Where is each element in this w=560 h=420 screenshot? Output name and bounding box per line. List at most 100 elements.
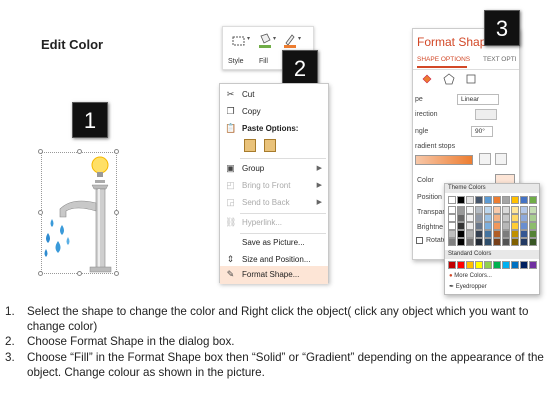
color-swatch[interactable] [466,238,474,246]
tab-text-options[interactable]: TEXT OPTI [483,56,516,63]
color-swatch[interactable] [529,206,537,214]
size-properties-icon[interactable] [465,73,477,85]
color-swatch[interactable] [475,214,483,222]
selection-handle[interactable] [77,271,82,276]
color-swatch[interactable] [475,222,483,230]
color-swatch[interactable] [484,222,492,230]
color-swatch[interactable] [511,222,519,230]
gradient-stops-bar[interactable] [415,155,473,165]
rotate-checkbox[interactable] [416,237,423,244]
color-swatch[interactable] [475,230,483,238]
selection-handle[interactable] [114,210,119,215]
color-swatch[interactable] [475,261,483,269]
color-swatch[interactable] [502,196,510,204]
color-swatch[interactable] [484,214,492,222]
color-swatch[interactable] [448,238,456,246]
color-swatch[interactable] [457,214,465,222]
color-swatch[interactable] [529,238,537,246]
color-swatch[interactable] [475,196,483,204]
menu-item-cut[interactable]: ✂ Cut [220,86,328,104]
color-swatch[interactable] [484,261,492,269]
menu-item-format-shape[interactable]: ✎ Format Shape... [220,266,328,284]
color-swatch[interactable] [511,261,519,269]
fill-line-icon[interactable] [421,73,433,85]
color-swatch[interactable] [448,196,456,204]
menu-item-hyperlink[interactable]: ⛓ Hyperlink... [220,214,328,232]
color-swatch[interactable] [493,206,501,214]
selected-shape[interactable] [41,152,117,274]
menu-item-group[interactable]: ▣ Group ▶ [220,160,328,178]
selection-handle[interactable] [38,271,43,276]
color-swatch[interactable] [520,261,528,269]
selection-handle[interactable] [38,210,43,215]
selection-handle[interactable] [114,271,119,276]
color-swatch[interactable] [475,206,483,214]
color-swatch[interactable] [493,222,501,230]
menu-item-send-to-back[interactable]: ◲ Send to Back ▶ [220,194,328,212]
color-swatch[interactable] [529,230,537,238]
color-swatch[interactable] [484,206,492,214]
color-swatch[interactable] [466,222,474,230]
menu-item-bring-to-front[interactable]: ◰ Bring to Front ▶ [220,177,328,195]
color-swatch[interactable] [520,222,528,230]
color-swatch[interactable] [511,196,519,204]
color-swatch[interactable] [502,230,510,238]
shape-style-icon[interactable] [230,33,248,49]
color-swatch[interactable] [493,196,501,204]
color-swatch[interactable] [484,238,492,246]
color-swatch[interactable] [511,214,519,222]
color-swatch[interactable] [502,206,510,214]
color-swatch[interactable] [466,230,474,238]
direction-dropdown[interactable] [475,109,497,120]
color-swatch[interactable] [511,206,519,214]
add-stop-icon[interactable] [479,153,491,165]
effects-icon[interactable] [443,73,455,85]
color-swatch[interactable] [457,230,465,238]
selection-handle[interactable] [77,149,82,154]
color-swatch[interactable] [529,196,537,204]
angle-input[interactable]: 90° [471,126,493,137]
gradient-type-dropdown[interactable]: Linear [457,94,499,105]
color-swatch[interactable] [502,214,510,222]
color-swatch[interactable] [457,196,465,204]
color-swatch[interactable] [493,238,501,246]
color-swatch[interactable] [502,261,510,269]
color-swatch[interactable] [448,230,456,238]
color-swatch[interactable] [457,222,465,230]
color-swatch[interactable] [448,261,456,269]
color-swatch[interactable] [529,261,537,269]
color-swatch[interactable] [520,206,528,214]
color-swatch[interactable] [493,230,501,238]
color-swatch[interactable] [520,238,528,246]
menu-item-copy[interactable]: ❐ Copy [220,103,328,121]
color-swatch[interactable] [457,238,465,246]
color-swatch[interactable] [493,214,501,222]
color-swatch[interactable] [502,238,510,246]
color-swatch[interactable] [484,196,492,204]
color-swatch[interactable] [511,230,519,238]
color-swatch[interactable] [511,238,519,246]
paste-keep-formatting-icon[interactable] [244,139,256,152]
selection-handle[interactable] [114,149,119,154]
color-swatch[interactable] [466,214,474,222]
pen-outline-icon[interactable] [282,32,298,50]
color-swatch[interactable] [457,261,465,269]
chevron-down-icon[interactable]: ▾ [247,35,250,42]
color-swatch[interactable] [520,196,528,204]
color-swatch[interactable] [448,222,456,230]
remove-stop-icon[interactable] [495,153,507,165]
color-swatch[interactable] [448,214,456,222]
color-swatch[interactable] [520,230,528,238]
color-swatch[interactable] [502,222,510,230]
tab-shape-options[interactable]: SHAPE OPTIONS [417,56,470,63]
menu-item-save-as-picture[interactable]: Save as Picture... [220,234,328,252]
paint-bucket-icon[interactable] [257,32,273,50]
more-colors-item[interactable]: ● More Colors... [449,273,492,279]
selection-handle[interactable] [38,149,43,154]
color-swatch[interactable] [466,206,474,214]
color-swatch[interactable] [475,238,483,246]
color-swatch[interactable] [448,206,456,214]
color-swatch[interactable] [520,214,528,222]
chevron-down-icon[interactable]: ▾ [298,35,301,42]
color-swatch[interactable] [493,261,501,269]
